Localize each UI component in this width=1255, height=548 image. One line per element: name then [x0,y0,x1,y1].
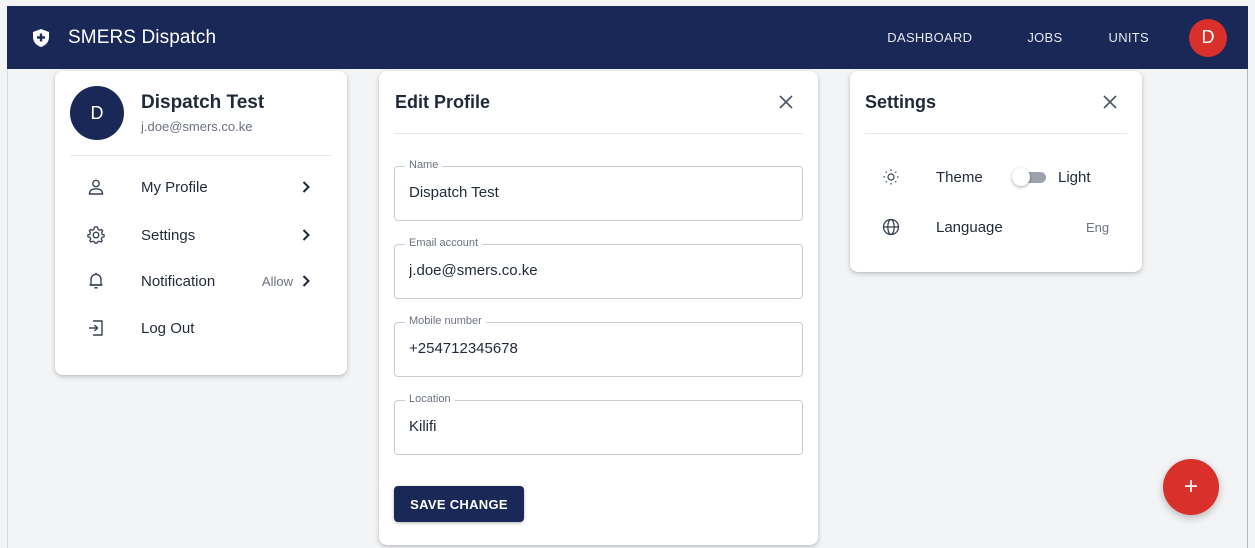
top-app-bar: SMERS Dispatch DASHBOARD JOBS UNITS D [7,6,1248,69]
theme-value: Light [1058,168,1091,186]
sun-icon [883,169,899,185]
mobile-input[interactable] [409,340,789,357]
close-icon[interactable] [777,93,795,111]
language-row[interactable]: Language Eng [850,212,1142,242]
name-field: Name [394,159,803,221]
edit-profile-card: Edit Profile Name Email account Mobile n… [379,71,818,545]
add-fab-button[interactable]: + [1163,459,1219,515]
settings-divider [865,133,1127,134]
user-icon [88,179,104,195]
menu-item-my-profile[interactable]: My Profile [55,167,347,207]
email-field: Email account [394,237,803,299]
location-field-label: Location [405,393,455,405]
save-change-button[interactable]: SAVE CHANGE [394,486,524,522]
theme-label: Theme [936,168,983,186]
name-input[interactable] [409,184,789,201]
logout-icon [89,320,103,336]
menu-item-label: Notification [141,272,216,290]
email-input[interactable] [409,262,789,279]
mobile-field-label: Mobile number [405,315,486,327]
brand[interactable]: SMERS Dispatch [33,27,216,49]
theme-toggle[interactable] [1012,168,1048,186]
mobile-field: Mobile number [394,315,803,377]
notification-status: Allow [261,273,293,289]
nav-units-link[interactable]: UNITS [1109,30,1150,45]
settings-title: Settings [865,92,937,112]
menu-item-label: Settings [141,226,196,244]
nav-jobs-link[interactable]: JOBS [1027,30,1062,45]
profile-header: D Dispatch Test j.doe@smers.co.ke [70,86,264,140]
top-nav: DASHBOARD JOBS UNITS D [887,6,1248,69]
language-label: Language [936,218,1003,236]
name-field-label: Name [405,159,443,171]
edit-profile-divider [394,133,803,134]
menu-item-settings[interactable]: Settings [55,215,347,255]
profile-divider [70,155,332,156]
menu-item-label: Log Out [141,319,195,337]
menu-item-label: My Profile [141,178,208,196]
edit-profile-title: Edit Profile [395,92,491,112]
profile-email: j.doe@smers.co.ke [141,119,253,134]
right-scrollbar-edge [1247,69,1248,548]
location-input[interactable] [409,418,789,435]
profile-menu-card: D Dispatch Test j.doe@smers.co.ke My Pro… [55,71,347,375]
bell-icon [89,272,103,289]
email-field-label: Email account [405,237,483,249]
settings-card: Settings Theme Light Language Eng [850,71,1142,272]
profile-name: Dispatch Test [141,92,265,113]
left-divider [7,69,8,548]
menu-item-notification[interactable]: Notification Allow [55,261,347,301]
chevron-right-icon [302,275,310,287]
location-field: Location [394,393,803,455]
toggle-thumb [1012,168,1030,186]
chevron-right-icon [302,229,310,241]
nav-dashboard-link[interactable]: DASHBOARD [887,30,972,45]
globe-icon [882,218,900,236]
shield-plus-icon [33,28,49,47]
theme-row: Theme Light [850,162,1142,192]
close-icon[interactable] [1101,93,1119,111]
profile-avatar: D [70,86,124,140]
language-value[interactable]: Eng [1086,220,1109,235]
chevron-right-icon [302,181,310,193]
menu-item-log-out[interactable]: Log Out [55,308,347,348]
user-avatar-button[interactable]: D [1189,18,1227,57]
app-title: SMERS Dispatch [68,26,217,48]
gear-icon [87,226,105,244]
